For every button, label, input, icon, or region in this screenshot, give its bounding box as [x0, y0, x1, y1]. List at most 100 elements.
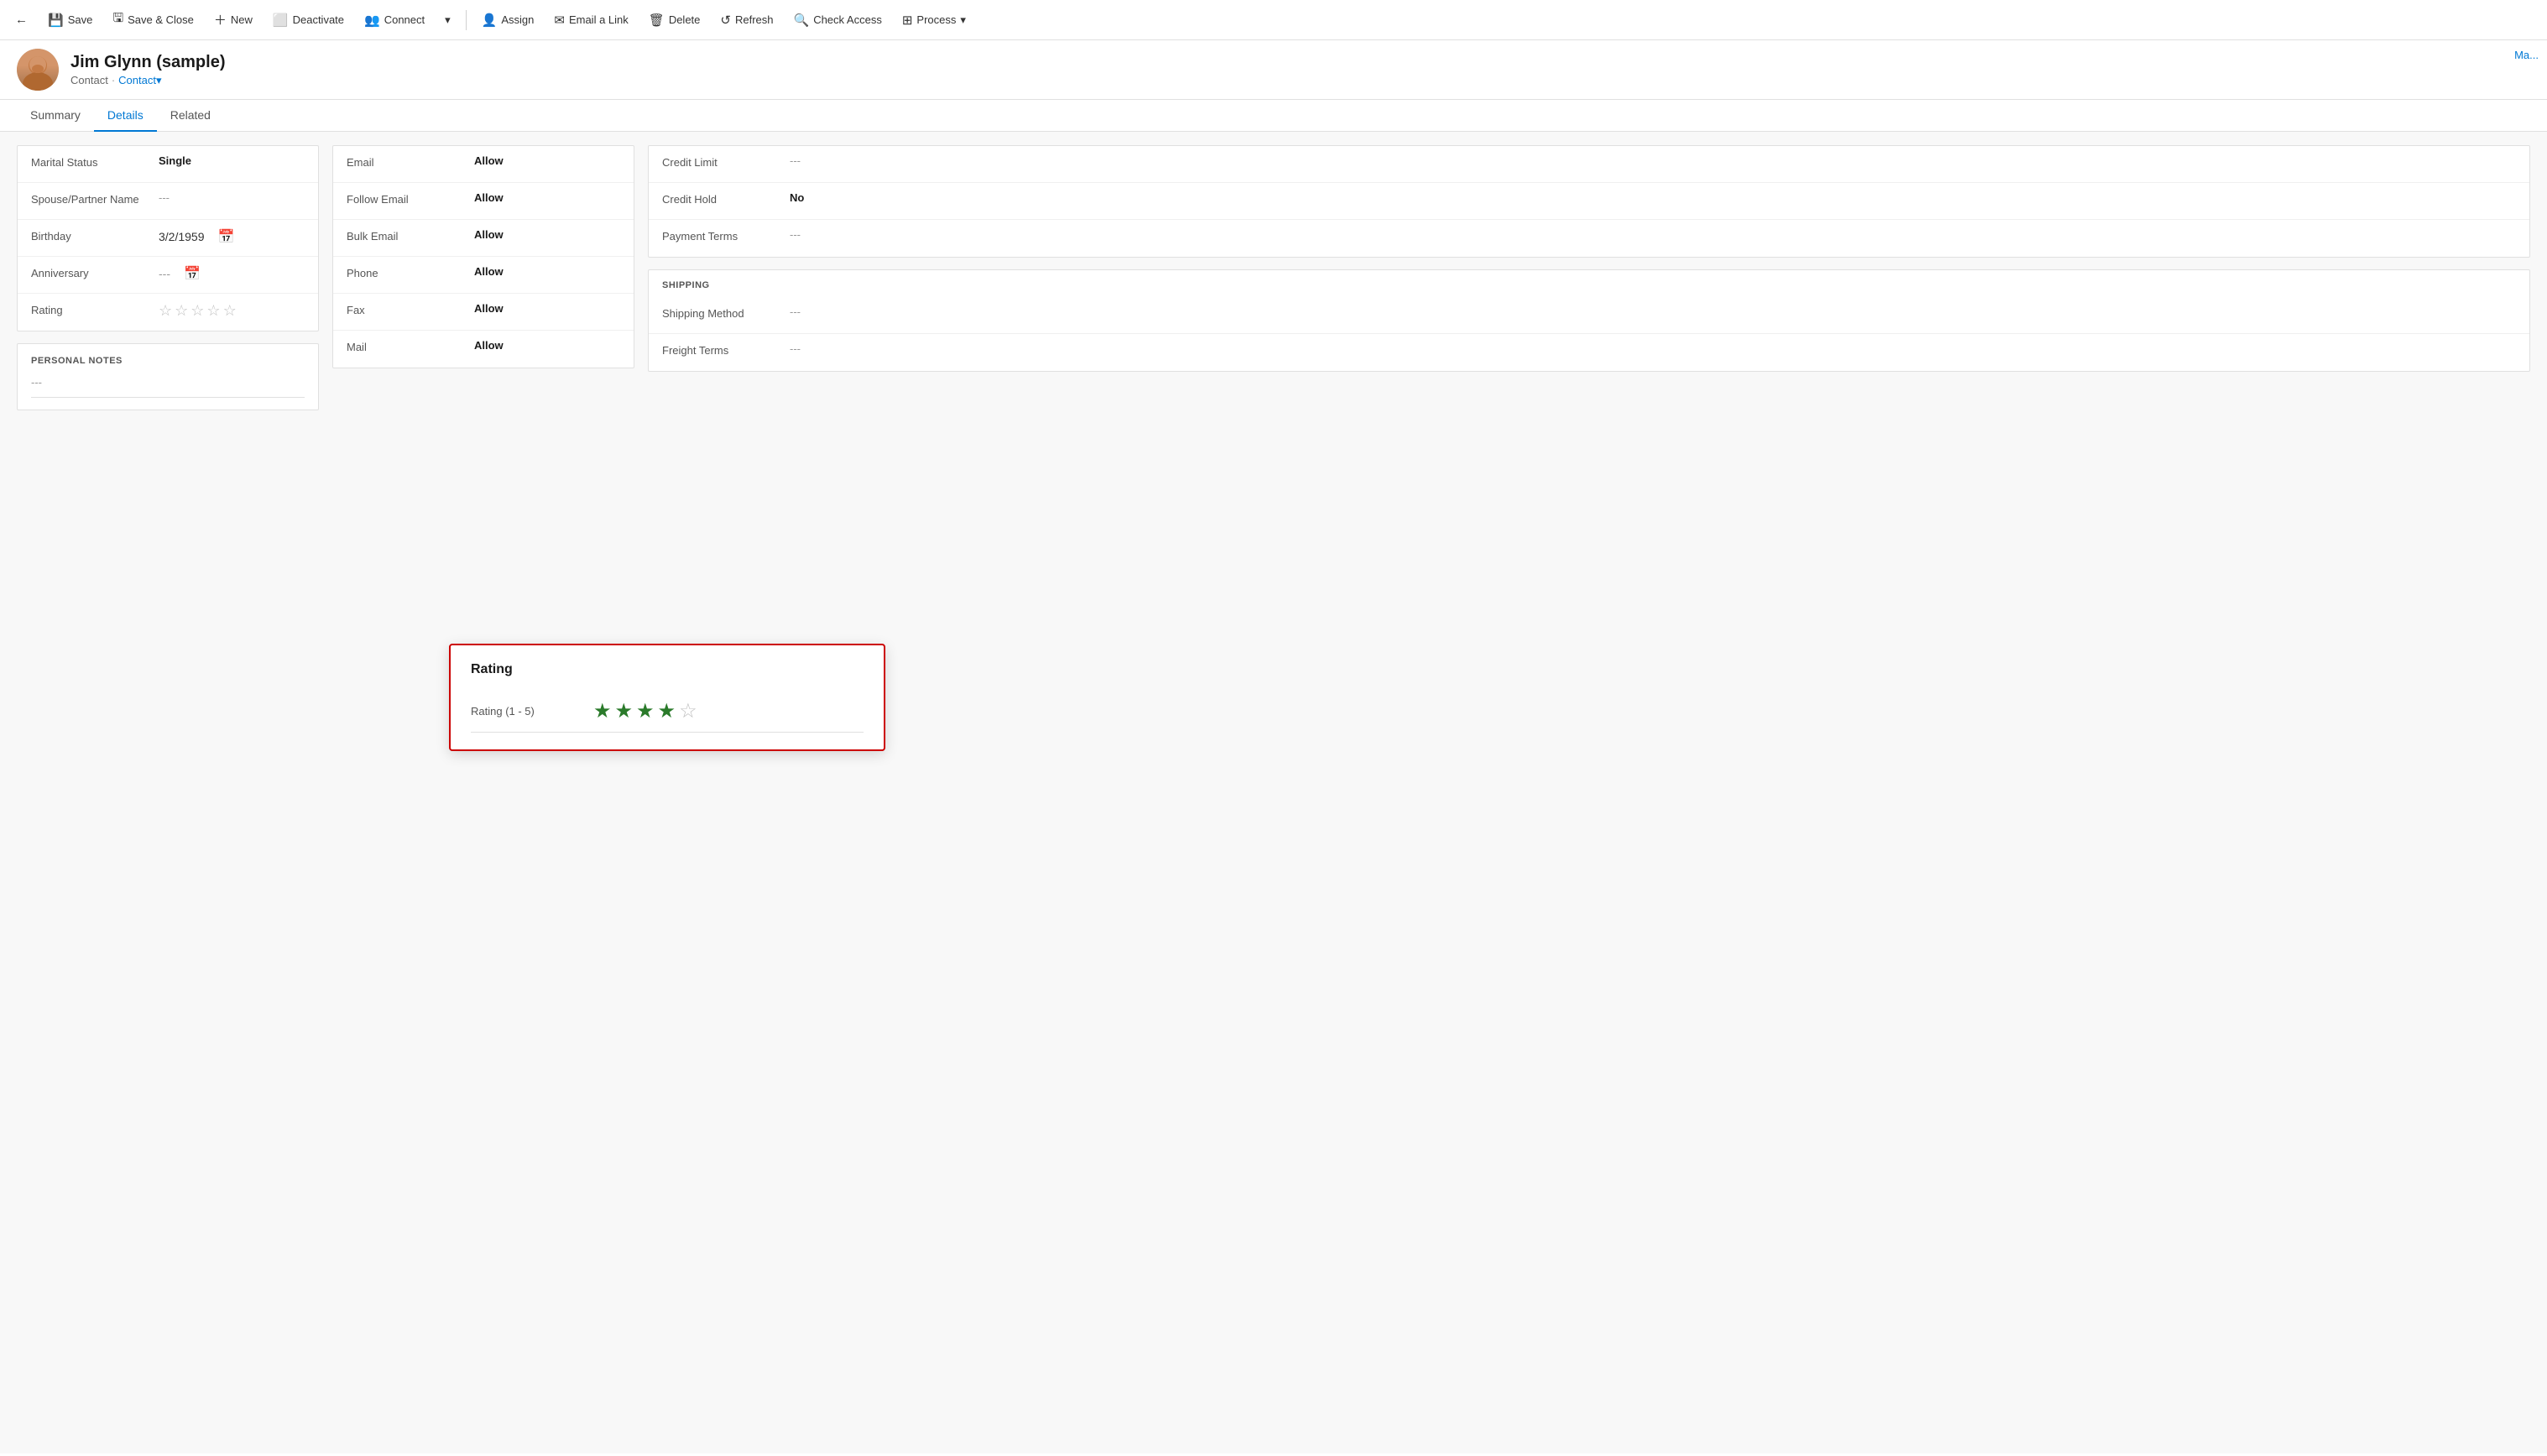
birthday-calendar-icon[interactable]: 📅 [218, 228, 235, 245]
marital-status-row: Marital Status Single [18, 146, 318, 183]
follow-email-row: Follow Email Allow [333, 183, 634, 220]
payment-terms-row: Payment Terms --- [649, 220, 2529, 257]
phone-pref-row: Phone Allow [333, 257, 634, 294]
anniversary-label: Anniversary [31, 265, 149, 279]
popup-star-3[interactable]: ★ [636, 699, 655, 723]
assign-icon: 👤 [482, 13, 498, 28]
process-button[interactable]: ⊞ Process ▾ [894, 8, 974, 33]
star-3[interactable]: ☆ [191, 302, 204, 320]
subtitle-separator: · [112, 74, 115, 86]
delete-button[interactable]: 🗑 Delete [640, 8, 709, 33]
shipping-method-value: --- [790, 305, 2516, 318]
process-icon: ⊞ [902, 13, 913, 28]
connect-dropdown-icon: ▾ [445, 13, 451, 27]
phone-pref-value: Allow [474, 265, 620, 278]
new-button[interactable]: ＋ New [206, 6, 261, 34]
follow-email-value: Allow [474, 191, 620, 204]
anniversary-calendar-icon[interactable]: 📅 [184, 265, 201, 282]
check-access-button[interactable]: 🔍 Check Access [785, 8, 890, 33]
star-4[interactable]: ☆ [206, 302, 220, 320]
mail-pref-row: Mail Allow [333, 331, 634, 368]
delete-icon: 🗑 [649, 13, 665, 28]
marital-status-value: Single [159, 154, 305, 167]
spouse-name-row: Spouse/Partner Name --- [18, 183, 318, 220]
refresh-icon: ↺ [720, 13, 731, 28]
breadcrumb-dropdown-button[interactable]: Contact ▾ [118, 74, 161, 87]
fax-pref-value: Allow [474, 302, 620, 315]
shipping-method-label: Shipping Method [662, 305, 780, 320]
popup-star-2[interactable]: ★ [615, 699, 634, 723]
connect-button[interactable]: 👥 Connect [356, 8, 433, 33]
personal-notes-content[interactable]: --- [31, 373, 305, 398]
avatar-face [17, 49, 59, 91]
marital-status-label: Marital Status [31, 154, 149, 169]
freight-terms-row: Freight Terms --- [649, 334, 2529, 371]
deactivate-button[interactable]: ⬜ Deactivate [264, 8, 352, 33]
personal-notes-title: PERSONAL NOTES [31, 356, 305, 366]
anniversary-value: --- [159, 267, 170, 280]
tab-details[interactable]: Details [94, 100, 157, 132]
bulk-email-value: Allow [474, 228, 620, 241]
bulk-email-row: Bulk Email Allow [333, 220, 634, 257]
breadcrumb-dropdown-icon: ▾ [156, 74, 162, 87]
bulk-email-label: Bulk Email [347, 228, 464, 243]
shipping-title: SHIPPING [649, 270, 2529, 297]
rating-row: Rating ☆ ☆ ☆ ☆ ☆ [18, 294, 318, 331]
anniversary-row: Anniversary --- 📅 [18, 257, 318, 294]
billing-card: Credit Limit --- Credit Hold No Payment … [648, 145, 2530, 258]
popup-star-1[interactable]: ★ [593, 699, 612, 723]
connect-icon: 👥 [364, 13, 380, 28]
popup-star-5[interactable]: ☆ [679, 699, 697, 723]
record-subtitle: Contact · Contact ▾ [70, 74, 226, 87]
mail-pref-value: Allow [474, 339, 620, 352]
rating-label: Rating [31, 302, 149, 316]
rating-popup-stars[interactable]: ★ ★ ★ ★ ☆ [593, 699, 697, 723]
record-header: Jim Glynn (sample) Contact · Contact ▾ M… [0, 40, 2547, 100]
spouse-name-label: Spouse/Partner Name [31, 191, 149, 206]
refresh-button[interactable]: ↺ Refresh [712, 8, 781, 33]
email-pref-value: Allow [474, 154, 620, 167]
email-icon: ✉ [554, 13, 565, 28]
process-dropdown-icon: ▾ [960, 13, 966, 27]
freight-terms-value: --- [790, 342, 2516, 355]
credit-limit-row: Credit Limit --- [649, 146, 2529, 183]
email-link-button[interactable]: ✉ Email a Link [545, 8, 636, 33]
credit-limit-label: Credit Limit [662, 154, 780, 169]
tab-summary[interactable]: Summary [17, 100, 94, 132]
personal-notes-card: PERSONAL NOTES --- [17, 343, 319, 410]
shipping-method-row: Shipping Method --- [649, 297, 2529, 334]
deactivate-icon: ⬜ [273, 13, 289, 28]
check-access-icon: 🔍 [794, 13, 810, 28]
phone-pref-label: Phone [347, 265, 464, 279]
avatar [17, 49, 59, 91]
save-close-button[interactable]: 🖫 Save & Close [104, 4, 202, 35]
record-info: Jim Glynn (sample) Contact · Contact ▾ [70, 53, 226, 87]
star-1[interactable]: ☆ [159, 302, 172, 320]
col-left: Marital Status Single Spouse/Partner Nam… [17, 145, 319, 1440]
follow-email-label: Follow Email [347, 191, 464, 206]
breadcrumb-1: Contact [70, 74, 108, 86]
col-middle: Email Allow Follow Email Allow Bulk Emai… [332, 145, 634, 1440]
star-2[interactable]: ☆ [175, 302, 188, 320]
payment-terms-label: Payment Terms [662, 228, 780, 243]
save-button[interactable]: 💾 Save [39, 8, 101, 33]
tab-related[interactable]: Related [157, 100, 224, 132]
main-content: Marital Status Single Spouse/Partner Nam… [0, 132, 2547, 1453]
fax-pref-label: Fax [347, 302, 464, 316]
popup-star-4[interactable]: ★ [658, 699, 676, 723]
back-button[interactable]: ← [7, 8, 36, 32]
birthday-label: Birthday [31, 228, 149, 243]
freight-terms-label: Freight Terms [662, 342, 780, 357]
connect-dropdown-button[interactable]: ▾ [436, 8, 459, 32]
col-right: Credit Limit --- Credit Hold No Payment … [648, 145, 2530, 1440]
contact-preferences-card: Email Allow Follow Email Allow Bulk Emai… [332, 145, 634, 368]
fax-pref-row: Fax Allow [333, 294, 634, 331]
credit-hold-row: Credit Hold No [649, 183, 2529, 220]
credit-hold-value: No [790, 191, 2516, 204]
assign-button[interactable]: 👤 Assign [473, 8, 543, 33]
rating-stars[interactable]: ☆ ☆ ☆ ☆ ☆ [159, 302, 237, 320]
payment-terms-value: --- [790, 228, 2516, 241]
star-5[interactable]: ☆ [223, 302, 237, 320]
record-name: Jim Glynn (sample) [70, 53, 226, 72]
anniversary-value-container: --- 📅 [159, 265, 305, 282]
